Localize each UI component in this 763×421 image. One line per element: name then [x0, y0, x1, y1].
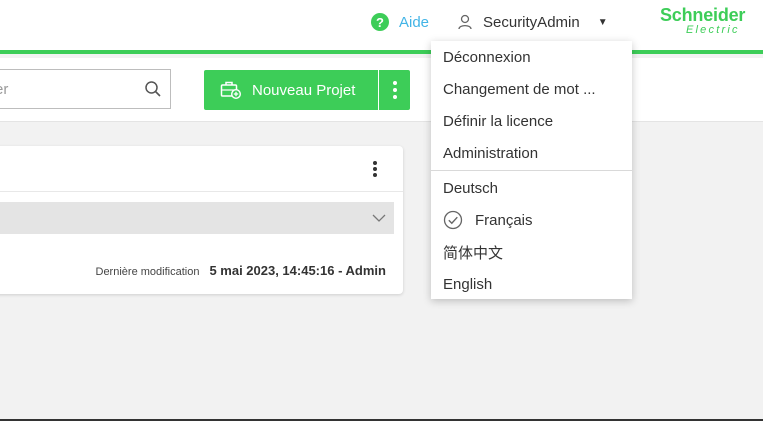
card-menu-button[interactable]: [372, 161, 378, 177]
chevron-down-icon: [372, 214, 386, 222]
project-version-select[interactable]: [0, 202, 394, 234]
language-item-english[interactable]: English: [431, 268, 632, 300]
search-input[interactable]: [0, 71, 141, 107]
dot-icon: [373, 167, 377, 171]
menu-divider: [431, 170, 632, 171]
language-item-french-label: Français: [475, 211, 533, 229]
search-box: [0, 69, 171, 109]
user-menu-toggle[interactable]: SecurityAdmin ▼: [457, 11, 608, 33]
project-card-header: [0, 146, 403, 192]
toolbar: Nouveau Projet: [0, 58, 763, 122]
user-dropdown-menu: Déconnexion Changement de mot ... Défini…: [431, 41, 632, 299]
more-options-button[interactable]: [379, 70, 410, 110]
help-icon: ?: [371, 13, 389, 31]
project-card: Dernière modification 5 mai 2023, 14:45:…: [0, 146, 403, 294]
caret-down-icon: ▼: [597, 16, 608, 28]
dot-icon: [392, 88, 397, 92]
language-item-chinese[interactable]: 简体中文: [431, 236, 632, 268]
language-item-french[interactable]: Français: [431, 204, 632, 236]
help-label: Aide: [399, 13, 430, 31]
briefcase-add-icon: [220, 81, 242, 100]
menu-item-set-license[interactable]: Définir la licence: [431, 105, 632, 137]
last-modified: Dernière modification 5 mai 2023, 14:45:…: [96, 263, 387, 278]
dot-icon: [373, 173, 377, 177]
menu-item-administration[interactable]: Administration: [431, 137, 632, 169]
brand-logo-name: Schneider: [660, 5, 746, 25]
check-circle-icon: [443, 210, 463, 230]
brand-logo: Schneider Electric: [660, 6, 760, 40]
dot-icon: [373, 161, 377, 165]
top-header: ? Aide SecurityAdmin ▼ Schneider Electri…: [0, 0, 763, 54]
dot-icon: [392, 81, 397, 85]
last-modified-label: Dernière modification: [95, 266, 200, 278]
menu-item-logout[interactable]: Déconnexion: [431, 41, 632, 73]
help-link[interactable]: ? Aide: [371, 11, 429, 33]
brand-logo-subname: Electric: [686, 24, 740, 36]
menu-item-change-password[interactable]: Changement de mot ...: [431, 73, 632, 105]
search-icon[interactable]: [144, 80, 162, 98]
dot-icon: [392, 95, 397, 99]
new-project-button[interactable]: Nouveau Projet: [204, 70, 378, 110]
user-icon: [458, 14, 472, 30]
last-modified-value: 5 mai 2023, 14:45:16 - Admin: [209, 263, 386, 278]
user-name: SecurityAdmin: [483, 13, 580, 31]
new-project-label: Nouveau Projet: [252, 81, 356, 99]
language-item-german[interactable]: Deutsch: [431, 172, 632, 204]
